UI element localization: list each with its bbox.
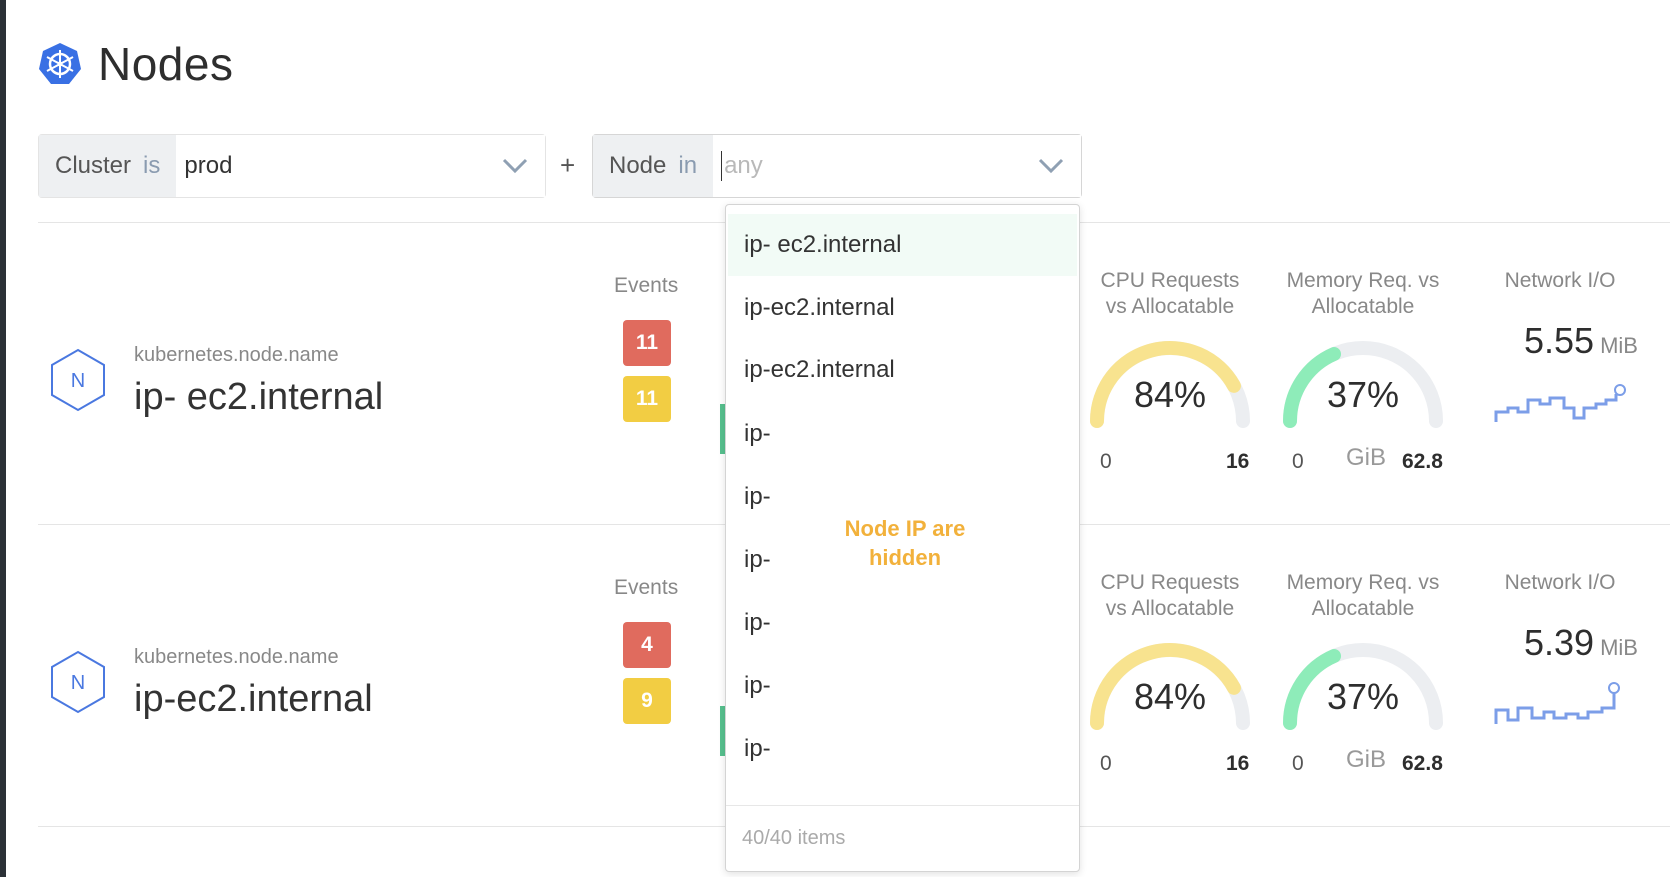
memory-gauge-unit: GiB: [1346, 444, 1387, 471]
node-key-label: kubernetes.node.name: [134, 344, 339, 366]
network-value-number: 5.55: [1524, 320, 1595, 361]
node-filter-operator[interactable]: in: [678, 152, 697, 180]
network-metric-label: Network I/O: [1504, 269, 1616, 292]
memory-gauge-value: 37%: [1326, 676, 1400, 717]
cpu-label-line1: CPU Requests: [1100, 571, 1240, 594]
cpu-label-line2: vs Allocatable: [1105, 295, 1235, 318]
memory-gauge-min: 0: [1292, 752, 1304, 775]
dropdown-option[interactable]: ip-: [728, 718, 1077, 780]
page-title: Nodes: [98, 38, 234, 90]
node-hexagon-icon: N: [51, 650, 105, 714]
memory-metric-label: Memory Req. vs Allocatable: [1278, 570, 1448, 622]
error-events-badge[interactable]: 11: [623, 320, 671, 366]
node-filter-placeholder: any: [724, 152, 763, 179]
cpu-gauge-max: 16: [1226, 450, 1250, 473]
cpu-gauge-value: 84%: [1133, 374, 1207, 415]
node-filter-key[interactable]: Node in: [593, 135, 714, 197]
events-label: Events: [614, 274, 679, 297]
chevron-down-icon[interactable]: [485, 135, 545, 197]
text-cursor: [721, 151, 723, 181]
add-filter-button[interactable]: +: [560, 150, 575, 181]
cpu-gauge-max: 16: [1226, 752, 1250, 775]
dropdown-option[interactable]: ip-: [728, 403, 1077, 465]
memory-label-line1: Memory Req. vs: [1286, 571, 1440, 594]
dropdown-option[interactable]: ip- ec2.internal: [728, 214, 1077, 276]
memory-gauge-unit: GiB: [1346, 746, 1387, 773]
memory-metric-label: Memory Req. vs Allocatable: [1278, 268, 1448, 320]
warning-events-badge[interactable]: 11: [623, 376, 671, 422]
network-sparkline: [1494, 384, 1626, 422]
node-key-label: kubernetes.node.name: [134, 646, 339, 668]
cpu-label-line1: CPU Requests: [1100, 269, 1240, 292]
cpu-metric-label: CPU Requests vs Allocatable: [1085, 570, 1255, 622]
node-name-link[interactable]: ip- ec2.internal: [134, 376, 383, 419]
cpu-gauge-min: 0: [1100, 450, 1112, 473]
dropdown-option[interactable]: ip-ec2.internal: [728, 277, 1077, 339]
kubernetes-helm-icon: [39, 43, 81, 84]
network-value: 5.39 MiB: [1524, 622, 1638, 664]
node-filter-label: Node: [609, 152, 667, 179]
memory-gauge-max: 62.8: [1402, 752, 1443, 775]
dropdown-option[interactable]: ip-ec2.internal: [728, 339, 1077, 401]
node-hexagon-icon: N: [51, 348, 105, 412]
dropdown-item-count: 40/40 items: [742, 827, 846, 849]
cluster-filter-value[interactable]: prod: [176, 135, 485, 197]
error-events-badge[interactable]: 4: [623, 622, 671, 668]
dropdown-footer-divider: [726, 805, 1079, 806]
cluster-filter-key[interactable]: Cluster is: [39, 135, 177, 197]
chevron-down-icon[interactable]: [1021, 135, 1081, 197]
node-filter[interactable]: Node in any: [592, 134, 1082, 198]
node-icon-letter: N: [71, 370, 85, 392]
page-header: Nodes: [38, 38, 233, 90]
memory-label-line2: Allocatable: [1311, 597, 1415, 620]
warning-events-badge[interactable]: 9: [623, 678, 671, 724]
network-metric-label: Network I/O: [1504, 571, 1616, 594]
cpu-metric-label: CPU Requests vs Allocatable: [1085, 268, 1255, 320]
memory-label-line2: Allocatable: [1311, 295, 1415, 318]
memory-gauge-value: 37%: [1326, 374, 1400, 415]
network-value-number: 5.39: [1524, 622, 1595, 663]
redaction-annotation: Node IP are hidden: [790, 514, 1020, 572]
cluster-filter[interactable]: Cluster is prod: [38, 134, 546, 198]
network-value-unit: MiB: [1600, 333, 1638, 358]
network-value: 5.55 MiB: [1524, 320, 1638, 362]
node-name-link[interactable]: ip-ec2.internal: [134, 678, 373, 721]
dropdown-option[interactable]: ip-: [728, 592, 1077, 654]
network-sparkline: [1494, 682, 1620, 724]
cluster-filter-label: Cluster: [55, 152, 132, 179]
cpu-gauge-min: 0: [1100, 752, 1112, 775]
annotation-line1: Node IP are: [844, 516, 966, 541]
events-label: Events: [614, 576, 679, 599]
memory-gauge-min: 0: [1292, 450, 1304, 473]
dropdown-option[interactable]: ip-: [728, 655, 1077, 717]
network-value-unit: MiB: [1600, 635, 1638, 660]
cpu-label-line2: vs Allocatable: [1105, 597, 1235, 620]
memory-gauge-max: 62.8: [1402, 450, 1443, 473]
cluster-filter-operator[interactable]: is: [143, 152, 160, 180]
cpu-gauge-value: 84%: [1133, 676, 1207, 717]
node-icon-letter: N: [71, 672, 85, 694]
annotation-line2: hidden: [868, 545, 942, 570]
memory-label-line1: Memory Req. vs: [1286, 269, 1440, 292]
node-filter-input[interactable]: any: [713, 135, 1021, 197]
